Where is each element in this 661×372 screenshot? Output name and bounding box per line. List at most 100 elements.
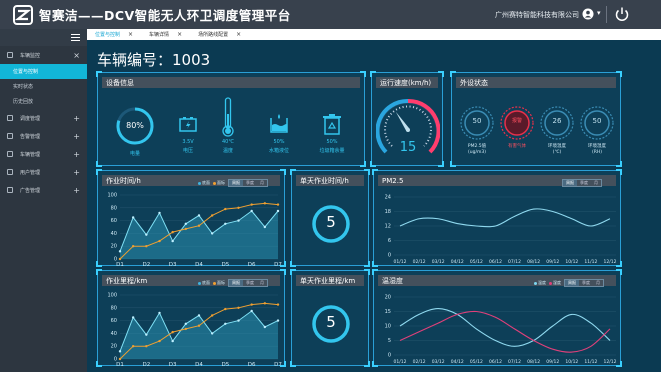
work-distance-chart: 020406080100D1 D2 D3 D4 D5 D6 D7 — [107, 293, 282, 368]
expand-icon[interactable]: + — [73, 150, 80, 159]
y-tick-label: 12 — [385, 224, 391, 230]
sidebar-item-alarm[interactable]: 告警管理 + — [0, 127, 87, 145]
data-point — [131, 316, 135, 319]
data-point — [210, 332, 214, 335]
period-switch[interactable]: 周报 季度月 — [228, 179, 268, 187]
x-tick-label: D5 — [221, 262, 229, 267]
x-tick-label: D4 — [195, 262, 203, 267]
x-tick-label: 09/12 — [546, 259, 559, 265]
data-point — [131, 245, 135, 248]
sidebar-subitem-position-control[interactable]: 位置与控制 — [0, 64, 87, 79]
x-tick-label: D5 — [221, 362, 229, 367]
env-gauge-label: 有害气体 — [508, 144, 526, 149]
tab-vehicle-detail[interactable]: 车辆详情 × — [141, 29, 190, 40]
menu-icon[interactable] — [71, 34, 80, 41]
x-tick-label: 12/12 — [604, 359, 617, 365]
data-point — [263, 225, 267, 229]
x-tick-label: 02/12 — [413, 259, 426, 265]
x-tick-label: 08/12 — [527, 359, 540, 365]
work-time-panel: 作业时间/h 底面 面标 周报 季度月 0 20 40 60 80 100 D1 D2 D3 D4 D… — [96, 169, 286, 268]
y-tick-label: 0 — [388, 253, 391, 259]
data-point — [197, 214, 201, 217]
sidebar-item-ads[interactable]: 广告管理 + — [0, 181, 87, 199]
sidebar-subitem-history-playback[interactable]: 历史回放 — [0, 94, 87, 109]
data-point — [250, 209, 253, 213]
y-tick-label: 5 — [388, 338, 391, 344]
tab-route-config[interactable]: 场所路线配置 × — [190, 29, 249, 40]
garbage-label: 垃圾箱余量 — [319, 148, 345, 154]
divider — [606, 6, 607, 23]
y-tick-label: 20 — [111, 244, 117, 250]
sidebar-item-dispatch[interactable]: 调度管理 + — [0, 109, 87, 127]
panel-title: 单天作业时间/h — [296, 175, 364, 186]
period-switch[interactable]: 周报 季度月 — [228, 279, 268, 287]
close-icon[interactable]: × — [236, 31, 241, 38]
daily-work-distance-value: 5 — [326, 313, 336, 331]
data-point — [224, 207, 227, 211]
period-switch[interactable]: 周报 季度月 — [564, 279, 604, 287]
x-tick-label: 04/12 — [451, 359, 464, 365]
daily-work-distance-panel: 单天作业里程/km 5 — [290, 269, 370, 367]
y-tick-label: 40 — [111, 231, 117, 237]
peripheral-status-panel: 外设状态 50 PM2.5值 (ug/m3) 报警 有害气体 26 环境温度 (℃) 50 环… — [450, 71, 622, 167]
temp-humidity-chart: 0 5 10 15 20 01/12 02/12 03/12 04/12 05/12 06/12 07… — [385, 295, 617, 366]
data-point — [210, 232, 214, 235]
y-tick-label: 0 — [388, 353, 391, 359]
x-tick-label: 10/12 — [565, 359, 578, 365]
data-point — [197, 314, 201, 317]
expand-icon[interactable]: + — [73, 132, 80, 141]
thermometer-icon — [222, 97, 234, 137]
expand-icon[interactable]: + — [73, 186, 80, 195]
x-tick-label: D2 — [142, 262, 150, 267]
panel-title: 单天作业里程/km — [296, 275, 364, 286]
user-group-icon — [7, 169, 13, 175]
x-tick-label: 06/12 — [489, 259, 502, 265]
app-title: 智赛洁——DCV智能无人环卫调度管理平台 — [39, 8, 291, 23]
data-point — [263, 325, 267, 329]
work-time-chart: 020406080100D1 D2 D3 D4 D5 D6 D7 — [107, 193, 282, 268]
chart-legend: 底面 面标 周报 季度月 — [198, 179, 268, 187]
power-icon[interactable] — [614, 6, 630, 22]
panel-title: 外设状态 — [456, 77, 616, 88]
data-point — [184, 222, 188, 225]
user-icon[interactable] — [582, 8, 594, 20]
x-tick-label: 08/12 — [527, 259, 540, 265]
y-tick-label: 80 — [111, 305, 117, 311]
sidebar-item-vehicle-monitor[interactable]: 车辆监控 × — [0, 46, 87, 64]
close-icon[interactable]: × — [177, 31, 182, 38]
sidebar-toggle[interactable] — [0, 29, 87, 46]
close-icon[interactable]: × — [128, 31, 133, 38]
data-point — [197, 324, 201, 327]
y-tick-label: 60 — [111, 218, 117, 224]
data-point — [184, 327, 188, 331]
data-point — [210, 314, 214, 317]
env-gauge: 26 环境温度 (℃) — [539, 105, 575, 165]
y-tick-label: 20 — [385, 295, 391, 301]
env-gauge: 50 PM2.5值 (ug/m3) — [459, 105, 495, 165]
env-gauge: 报警 有害气体 — [499, 105, 535, 165]
data-point — [197, 224, 201, 227]
battery-value: 80% — [126, 121, 144, 130]
expand-icon[interactable]: + — [73, 114, 80, 123]
env-gauge-value: 26 — [552, 117, 562, 125]
x-tick-label: 09/12 — [546, 359, 559, 365]
sidebar-item-user[interactable]: 用户管理 + — [0, 163, 87, 181]
tab-position-control[interactable]: 位置与控制 × — [87, 29, 141, 40]
sidebar-subitem-realtime-status[interactable]: 实时状态 — [0, 79, 87, 94]
period-switch[interactable]: 周报 季度月 — [562, 179, 602, 187]
env-gauge-value: 50 — [472, 117, 482, 125]
data-point — [118, 257, 122, 261]
user-dropdown-icon[interactable]: ▾ — [597, 9, 601, 17]
y-tick-label: 60 — [111, 318, 117, 324]
chart-legend: 温度 湿度 周报 季度月 — [534, 279, 604, 287]
data-point — [237, 219, 240, 222]
sidebar-item-vehicle[interactable]: 车辆管理 + — [0, 145, 87, 163]
data-point — [210, 214, 214, 217]
y-tick-label: 100 — [107, 293, 117, 299]
temperature-label: 温度 — [222, 148, 233, 154]
work-distance-panel: 作业里程/km 底面 面标 周报 季度月 0 20 40 60 80 100 D1 D2 D3 D4… — [96, 269, 286, 368]
collapse-icon[interactable]: × — [73, 51, 80, 60]
data-point — [250, 303, 253, 306]
y-tick-label: 24 — [385, 195, 391, 201]
expand-icon[interactable]: + — [73, 168, 80, 177]
